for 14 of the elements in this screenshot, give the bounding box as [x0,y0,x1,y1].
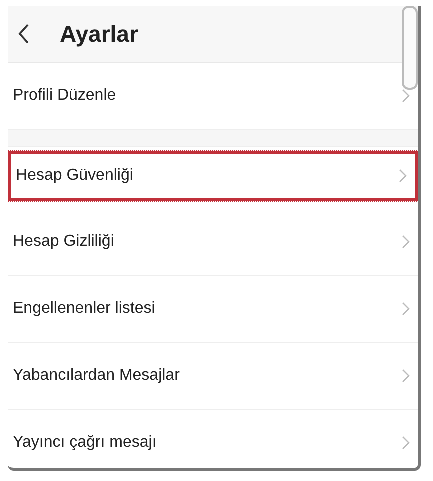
chevron-icon [399,169,407,183]
chevron-icon [402,436,410,450]
settings-item[interactable]: Yayıncı çağrı mesajı [8,410,418,468]
chevron-icon [402,302,410,316]
chevron-icon [402,369,410,383]
settings-item[interactable]: Hesap Gizliliği [8,209,418,276]
chevron-icon [402,235,410,249]
chevron-icon [402,89,410,103]
back-icon[interactable] [18,24,30,44]
settings-item[interactable]: Yabancılardan Mesajlar [8,343,418,410]
scrollbar-thumb[interactable] [402,6,418,90]
settings-item[interactable]: Hesap Güvenliği [8,151,418,201]
settings-item[interactable]: Engellenenler listesi [8,276,418,343]
screen-title: Ayarlar [60,20,138,48]
